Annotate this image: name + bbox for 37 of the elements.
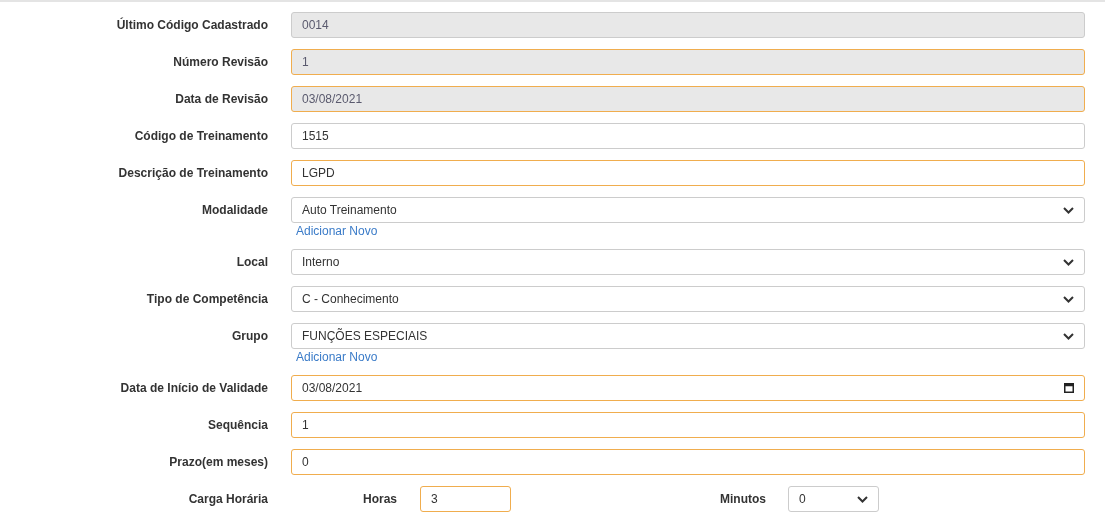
- field-label: Número Revisão: [172, 54, 268, 71]
- field-label: Local: [235, 254, 268, 271]
- field-label: Prazo(em meses): [168, 454, 268, 471]
- input-field[interactable]: 0: [291, 449, 1085, 475]
- field-label: Código de Treinamento: [133, 128, 268, 145]
- input-field: 1: [291, 49, 1085, 75]
- field-label: Data de Revisão: [174, 91, 268, 108]
- field-label: Sequência: [206, 417, 268, 434]
- select-field[interactable]: Auto Treinamento: [291, 197, 1085, 223]
- select-field[interactable]: FUNÇÕES ESPECIAIS: [291, 323, 1085, 349]
- field-label: Grupo: [231, 328, 268, 345]
- input-field[interactable]: 1: [291, 412, 1085, 438]
- field-label: Último Código Cadastrado: [115, 16, 268, 34]
- select-field[interactable]: Interno: [291, 249, 1085, 275]
- add-new-link[interactable]: Adicionar Novo: [296, 351, 378, 364]
- chevron-down-icon: [1063, 258, 1074, 266]
- hours-label: Horas: [363, 492, 397, 506]
- field-label: Descrição de Treinamento: [117, 165, 268, 182]
- select-field[interactable]: 0: [788, 486, 879, 512]
- calendar-icon[interactable]: [1064, 383, 1074, 393]
- field-label: Carga Horária: [187, 491, 268, 508]
- add-new-link[interactable]: Adicionar Novo: [296, 225, 378, 238]
- chevron-down-icon: [1063, 332, 1074, 340]
- input-field: 03/08/2021: [291, 86, 1085, 112]
- field-label: Data de Início de Validade: [119, 380, 268, 397]
- input-field[interactable]: 3: [420, 486, 511, 512]
- input-field: 0014: [291, 12, 1085, 38]
- chevron-down-icon: [1063, 206, 1074, 214]
- minutes-label: Minutos: [720, 492, 766, 506]
- select-field[interactable]: C - Conhecimento: [291, 286, 1085, 312]
- input-field[interactable]: 1515: [291, 123, 1085, 149]
- field-label: Modalidade: [201, 202, 268, 219]
- field-label: Tipo de Competência: [145, 291, 268, 308]
- chevron-down-icon: [857, 495, 868, 503]
- date-field[interactable]: 03/08/2021: [291, 375, 1085, 401]
- input-field[interactable]: LGPD: [291, 160, 1085, 186]
- chevron-down-icon: [1063, 295, 1074, 303]
